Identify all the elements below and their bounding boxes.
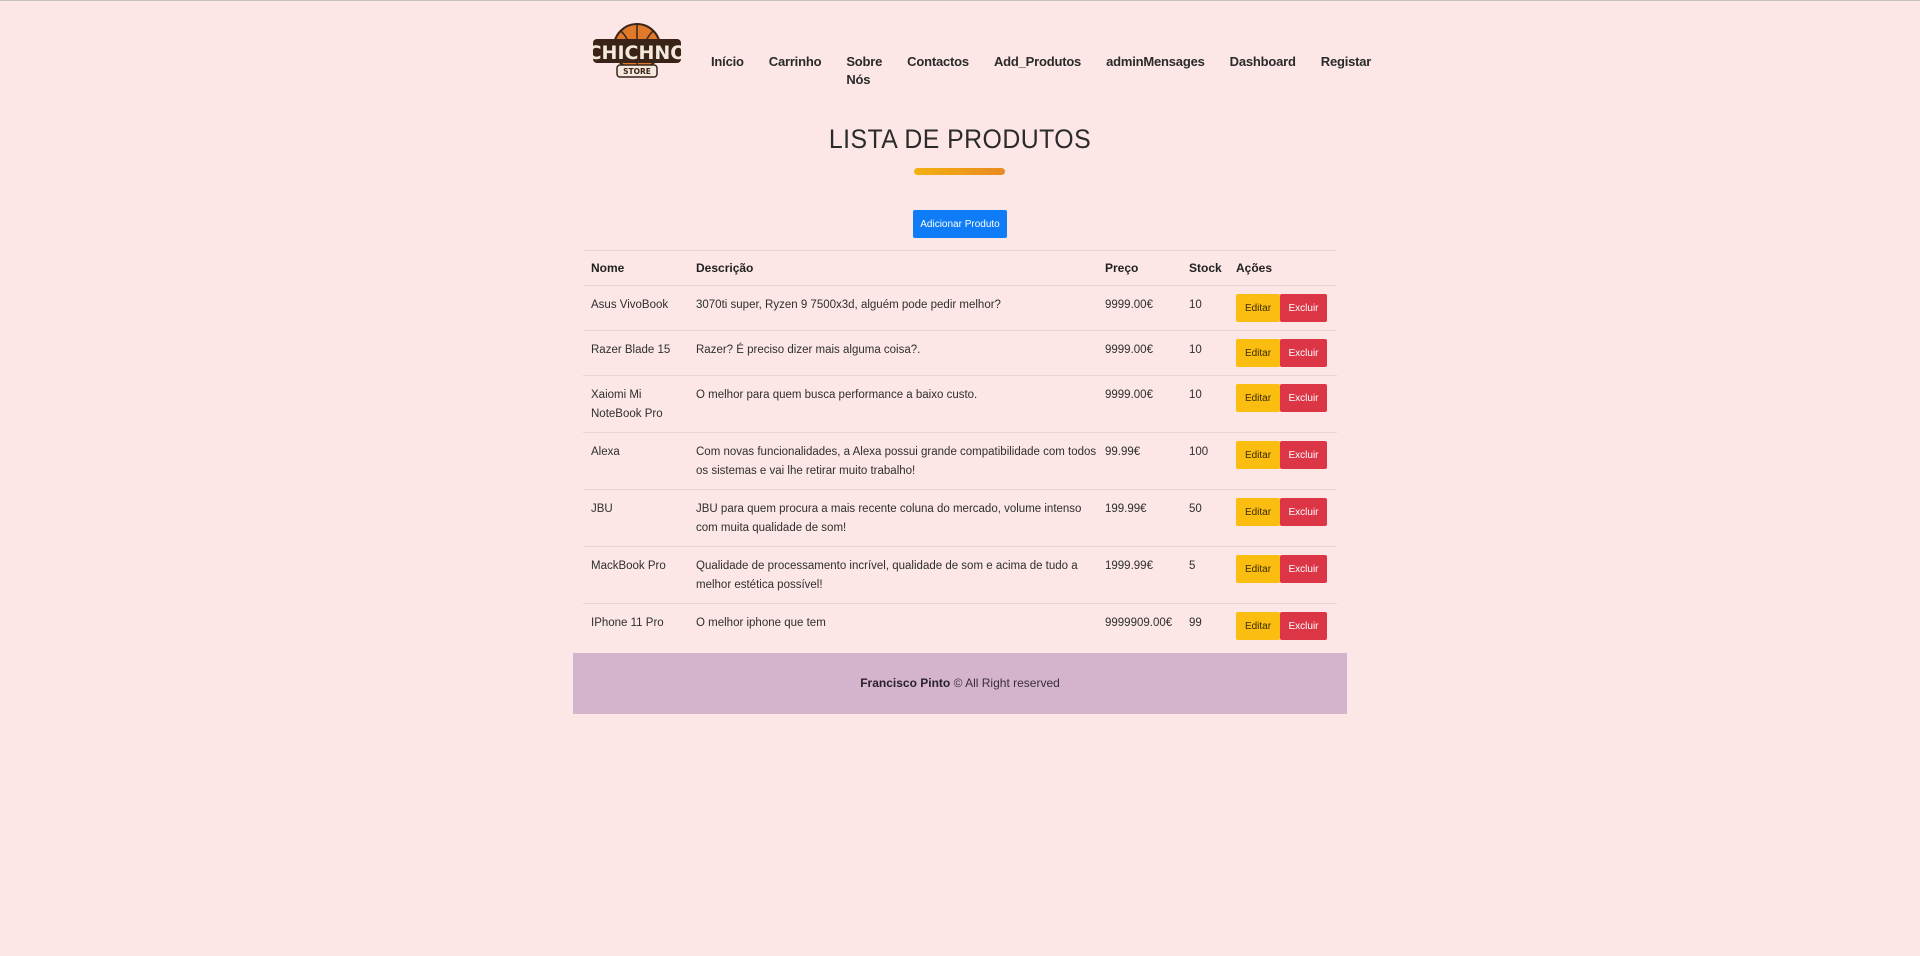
- header-nome: Nome: [583, 250, 688, 286]
- nav-sobre-nos[interactable]: Sobre Nós: [846, 53, 882, 89]
- footer: Francisco Pinto © All Right reserved: [573, 653, 1347, 714]
- delete-button[interactable]: Excluir: [1280, 384, 1327, 412]
- delete-button[interactable]: Excluir: [1280, 555, 1327, 583]
- edit-button[interactable]: Editar: [1236, 612, 1280, 640]
- cell-acoes: Editar Excluir: [1228, 489, 1337, 547]
- cell-nome: IPhone 11 Pro: [583, 603, 688, 648]
- cell-acoes: Editar Excluir: [1228, 375, 1337, 433]
- cell-descricao: O melhor iphone que tem: [688, 603, 1097, 648]
- delete-button[interactable]: Excluir: [1280, 339, 1327, 367]
- delete-button[interactable]: Excluir: [1280, 498, 1327, 526]
- table-row: JBU JBU para quem procura a mais recente…: [583, 489, 1337, 547]
- products-table: Nome Descrição Preço Stock Ações Asus Vi…: [583, 250, 1337, 648]
- header-descricao: Descrição: [688, 250, 1097, 286]
- cell-acoes: Editar Excluir: [1228, 330, 1337, 376]
- delete-button[interactable]: Excluir: [1280, 294, 1327, 322]
- cell-descricao: O melhor para quem busca performance a b…: [688, 375, 1097, 433]
- cell-preco: 9999.00€: [1097, 285, 1181, 331]
- nav-add-produtos[interactable]: Add_Produtos: [994, 53, 1081, 89]
- nav-inicio[interactable]: Início: [711, 53, 744, 89]
- cell-nome: Alexa: [583, 432, 688, 490]
- cell-acoes: Editar Excluir: [1228, 603, 1337, 648]
- nav-contactos[interactable]: Contactos: [907, 53, 969, 89]
- cell-descricao: Razer? É preciso dizer mais alguma coisa…: [688, 330, 1097, 376]
- svg-text:CHICHNO: CHICHNO: [591, 42, 683, 64]
- cell-nome: Xaiomi Mi NoteBook Pro: [583, 375, 688, 433]
- cell-preco: 1999.99€: [1097, 546, 1181, 604]
- edit-button[interactable]: Editar: [1236, 498, 1280, 526]
- cell-nome: JBU: [583, 489, 688, 547]
- cell-descricao: Qualidade de processamento incrível, qua…: [688, 546, 1097, 604]
- title-underline: [914, 168, 1005, 175]
- svg-text:STORE: STORE: [623, 67, 651, 76]
- footer-author: Francisco Pinto: [860, 676, 951, 690]
- cell-nome: MackBook Pro: [583, 546, 688, 604]
- header: CHICHNO STORE Início Carrinho Sobre Nós …: [573, 1, 1371, 121]
- cell-preco: 9999.00€: [1097, 330, 1181, 376]
- main-nav: Início Carrinho Sobre Nós Contactos Add_…: [711, 53, 1396, 89]
- header-stock: Stock: [1181, 250, 1228, 286]
- table-row: Razer Blade 15 Razer? É preciso dizer ma…: [583, 330, 1337, 376]
- cell-nome: Asus VivoBook: [583, 285, 688, 331]
- table-row: Asus VivoBook 3070ti super, Ryzen 9 7500…: [583, 285, 1337, 331]
- table-row: Alexa Com novas funcionalidades, a Alexa…: [583, 432, 1337, 490]
- cell-stock: 5: [1181, 546, 1228, 604]
- cell-preco: 9999.00€: [1097, 375, 1181, 433]
- cell-stock: 10: [1181, 375, 1228, 433]
- edit-button[interactable]: Editar: [1236, 339, 1280, 367]
- cell-nome: Razer Blade 15: [583, 330, 688, 376]
- delete-button[interactable]: Excluir: [1280, 441, 1327, 469]
- header-acoes: Ações: [1228, 250, 1337, 286]
- cell-preco: 99.99€: [1097, 432, 1181, 490]
- footer-rights: © All Right reserved: [953, 676, 1060, 690]
- delete-button[interactable]: Excluir: [1280, 612, 1327, 640]
- chichno-store-logo[interactable]: CHICHNO STORE: [591, 21, 683, 83]
- table-row: MackBook Pro Qualidade de processamento …: [583, 546, 1337, 604]
- cell-acoes: Editar Excluir: [1228, 546, 1337, 604]
- nav-registar[interactable]: Registar: [1321, 53, 1372, 89]
- edit-button[interactable]: Editar: [1236, 441, 1280, 469]
- cell-acoes: Editar Excluir: [1228, 285, 1337, 331]
- cell-preco: 199.99€: [1097, 489, 1181, 547]
- add-product-button[interactable]: Adicionar Produto: [913, 210, 1007, 238]
- cell-descricao: Com novas funcionalidades, a Alexa possu…: [688, 432, 1097, 490]
- page-title: LISTA DE PRODUTOS: [828, 124, 1092, 154]
- table-row: IPhone 11 Pro O melhor iphone que tem 99…: [583, 603, 1337, 648]
- cell-stock: 100: [1181, 432, 1228, 490]
- products-table-wrapper: Nome Descrição Preço Stock Ações Asus Vi…: [583, 250, 1337, 648]
- cell-stock: 10: [1181, 330, 1228, 376]
- cell-stock: 10: [1181, 285, 1228, 331]
- page-container: CHICHNO STORE Início Carrinho Sobre Nós …: [573, 1, 1371, 714]
- cell-preco: 9999909.00€: [1097, 603, 1181, 648]
- edit-button[interactable]: Editar: [1236, 555, 1280, 583]
- nav-carrinho[interactable]: Carrinho: [769, 53, 822, 89]
- cell-descricao: JBU para quem procura a mais recente col…: [688, 489, 1097, 547]
- edit-button[interactable]: Editar: [1236, 384, 1280, 412]
- header-preco: Preço: [1097, 250, 1181, 286]
- cell-stock: 50: [1181, 489, 1228, 547]
- cell-stock: 99: [1181, 603, 1228, 648]
- edit-button[interactable]: Editar: [1236, 294, 1280, 322]
- table-header-row: Nome Descrição Preço Stock Ações: [583, 250, 1337, 286]
- nav-dashboard[interactable]: Dashboard: [1230, 53, 1296, 89]
- cell-descricao: 3070ti super, Ryzen 9 7500x3d, alguém po…: [688, 285, 1097, 331]
- nav-admin-mensages[interactable]: adminMensages: [1106, 53, 1205, 89]
- table-row: Xaiomi Mi NoteBook Pro O melhor para que…: [583, 375, 1337, 433]
- cell-acoes: Editar Excluir: [1228, 432, 1337, 490]
